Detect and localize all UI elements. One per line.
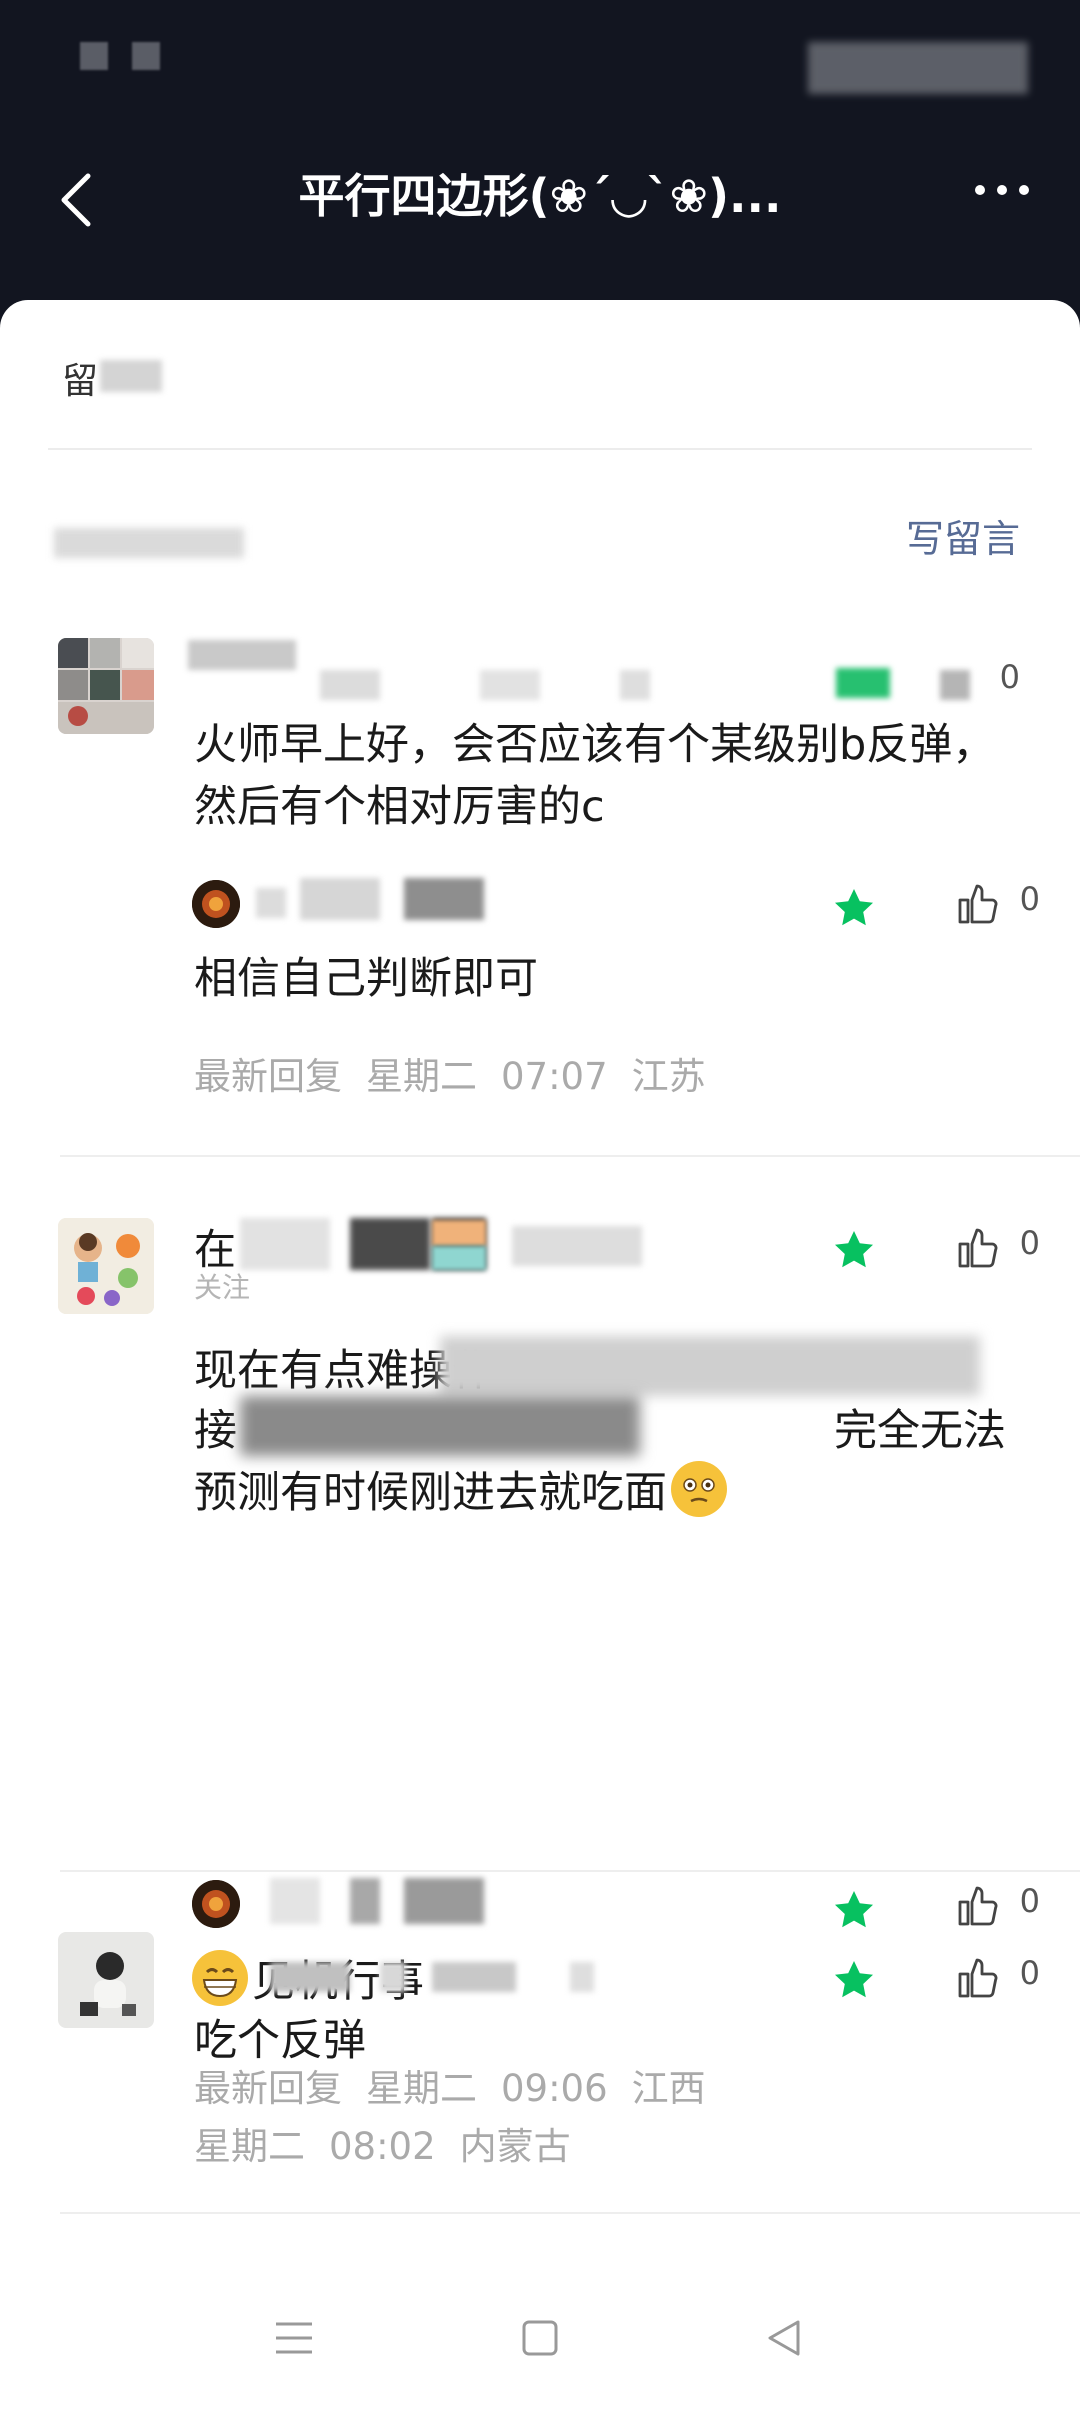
redacted-text [240, 1396, 640, 1456]
comment-text-line: 预测有时候刚进去就吃面 [194, 1458, 731, 1520]
square-home-icon[interactable] [514, 2312, 566, 2364]
system-nav-bar [0, 2268, 1080, 2412]
write-comment-link[interactable]: 写留言 [906, 508, 1020, 563]
redacted-text [940, 670, 970, 700]
avatar[interactable] [58, 1932, 154, 2028]
thumbs-up-icon [958, 1958, 998, 1998]
meta-day: 星期二 [366, 1055, 477, 1098]
comment-text: 预测有时候刚进去就吃面 [194, 1468, 667, 1518]
meta-day: 星期二 [366, 2067, 477, 2110]
divider [60, 2212, 1080, 2214]
divider [48, 448, 1032, 450]
meta-label: 最新回复 [194, 1055, 342, 1098]
comment-text-line: 完全无法 [834, 1406, 1006, 1456]
meta-region: 江苏 [631, 1055, 706, 1098]
reply-avatar[interactable] [192, 1880, 240, 1928]
redacted-nickname [404, 1878, 484, 1924]
redacted-nickname [350, 1218, 430, 1270]
reply-meta: 最新回复 星期二 07:07 江苏 [194, 1046, 730, 1100]
redacted-nickname [270, 1962, 350, 1992]
redacted-nickname [432, 1962, 516, 1992]
status-bar [0, 0, 1080, 120]
redacted-nickname [240, 1218, 330, 1270]
user-subtitle: 关注 [194, 1271, 251, 1304]
nav-bar: 平行四边形(❀´◡`❀)... [0, 120, 1080, 270]
thumbs-up-icon [958, 1228, 998, 1268]
page-title: 平行四边形(❀´◡`❀)... [298, 169, 782, 223]
like-button[interactable]: 0 [954, 1948, 1040, 2004]
redacted-text [440, 1336, 980, 1396]
triangle-back-icon[interactable] [758, 2312, 810, 2364]
status-icon [132, 42, 160, 70]
comment-text: 火师早上好，会否应该有个某级别b反弹，然后有个相对厉害的c [194, 720, 996, 832]
like-count: 0 [999, 658, 1020, 696]
redacted-nickname [432, 1246, 486, 1270]
status-icon [80, 42, 108, 70]
menu-lines-icon[interactable] [268, 2312, 320, 2364]
thumbs-up-icon [958, 884, 998, 924]
redacted-nickname [256, 888, 286, 918]
star-icon [830, 1226, 878, 1274]
status-indicators [808, 42, 1028, 94]
redacted-nickname [188, 640, 296, 670]
star-icon [830, 1956, 878, 2004]
meta-time: 09:06 [501, 2067, 608, 2110]
redacted-badge [836, 668, 890, 698]
meta-label: 最新回复 [194, 2067, 342, 2110]
meta-region: 内蒙古 [459, 2125, 571, 2168]
divider [60, 1155, 1080, 1157]
redacted-nickname [570, 1962, 594, 1992]
back-icon[interactable] [58, 172, 94, 228]
like-button[interactable]: 0 [954, 874, 1040, 930]
redacted-nickname [380, 1962, 406, 1992]
avatar[interactable] [58, 638, 154, 734]
redacted-nickname [512, 1226, 642, 1266]
meta-time: 08:02 [329, 2125, 436, 2168]
like-button[interactable]: 0 [954, 1218, 1040, 1274]
meta-region: 江西 [631, 2067, 706, 2110]
comments-sheet: 留 写留言 0 火师早上好，会否应该有个某级别b反弹，然后有个相对厉害的c 0 … [0, 300, 1080, 2412]
redacted-meta [54, 528, 244, 558]
comment-text: 吃个反弹 [194, 2016, 366, 2066]
star-icon [830, 884, 878, 932]
like-count: 0 [1019, 880, 1040, 918]
redacted-nickname [350, 1878, 380, 1924]
flushed-emoji-icon [671, 1461, 727, 1517]
like-count: 0 [1019, 1224, 1040, 1262]
redacted-text [620, 670, 650, 700]
like-button[interactable]: 0 [954, 1876, 1040, 1932]
more-dots-icon[interactable] [972, 180, 1032, 200]
avatar[interactable] [58, 1218, 154, 1314]
redacted-nickname [300, 878, 380, 920]
star-icon [830, 1886, 878, 1934]
thumbs-up-icon [958, 1886, 998, 1926]
sheet-header: 留 [62, 361, 99, 402]
comment-meta: 星期二 08:02 内蒙古 [194, 2116, 595, 2170]
redacted-nickname [404, 878, 484, 920]
redacted-nickname [432, 1220, 486, 1246]
meta-day: 星期二 [194, 2125, 305, 2168]
redacted-text [320, 670, 380, 700]
comment-text-line: 接 [194, 1406, 237, 1456]
meta-time: 07:07 [501, 1055, 608, 1098]
redacted-nickname [270, 1878, 320, 1924]
grinning-emoji-icon [192, 1950, 248, 2006]
like-count: 0 [1019, 1954, 1040, 1992]
divider [60, 1870, 1080, 1872]
redacted-text [480, 670, 540, 700]
reply-avatar[interactable] [192, 880, 240, 928]
redacted-text [100, 360, 162, 392]
reply-text: 相信自己判断即可 [194, 954, 538, 1004]
like-count: 0 [1019, 1882, 1040, 1920]
